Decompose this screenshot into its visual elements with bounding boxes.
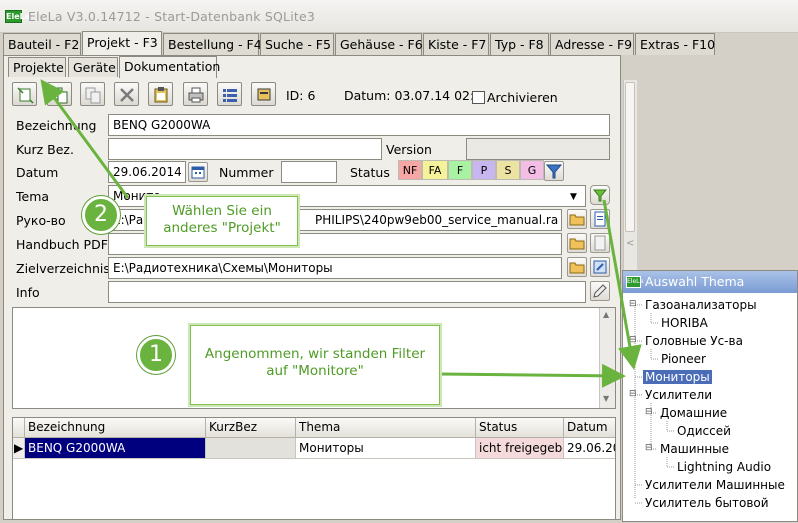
callout-two: Wählen Sie ein anderes "Projekt" xyxy=(146,196,298,246)
callout-two-number: 2 xyxy=(82,196,120,234)
annotation-arrows xyxy=(40,79,642,388)
callout-one-number: 1 xyxy=(137,336,175,374)
callout-one: Angenommen, wir standen Filter auf "Moni… xyxy=(190,325,440,405)
